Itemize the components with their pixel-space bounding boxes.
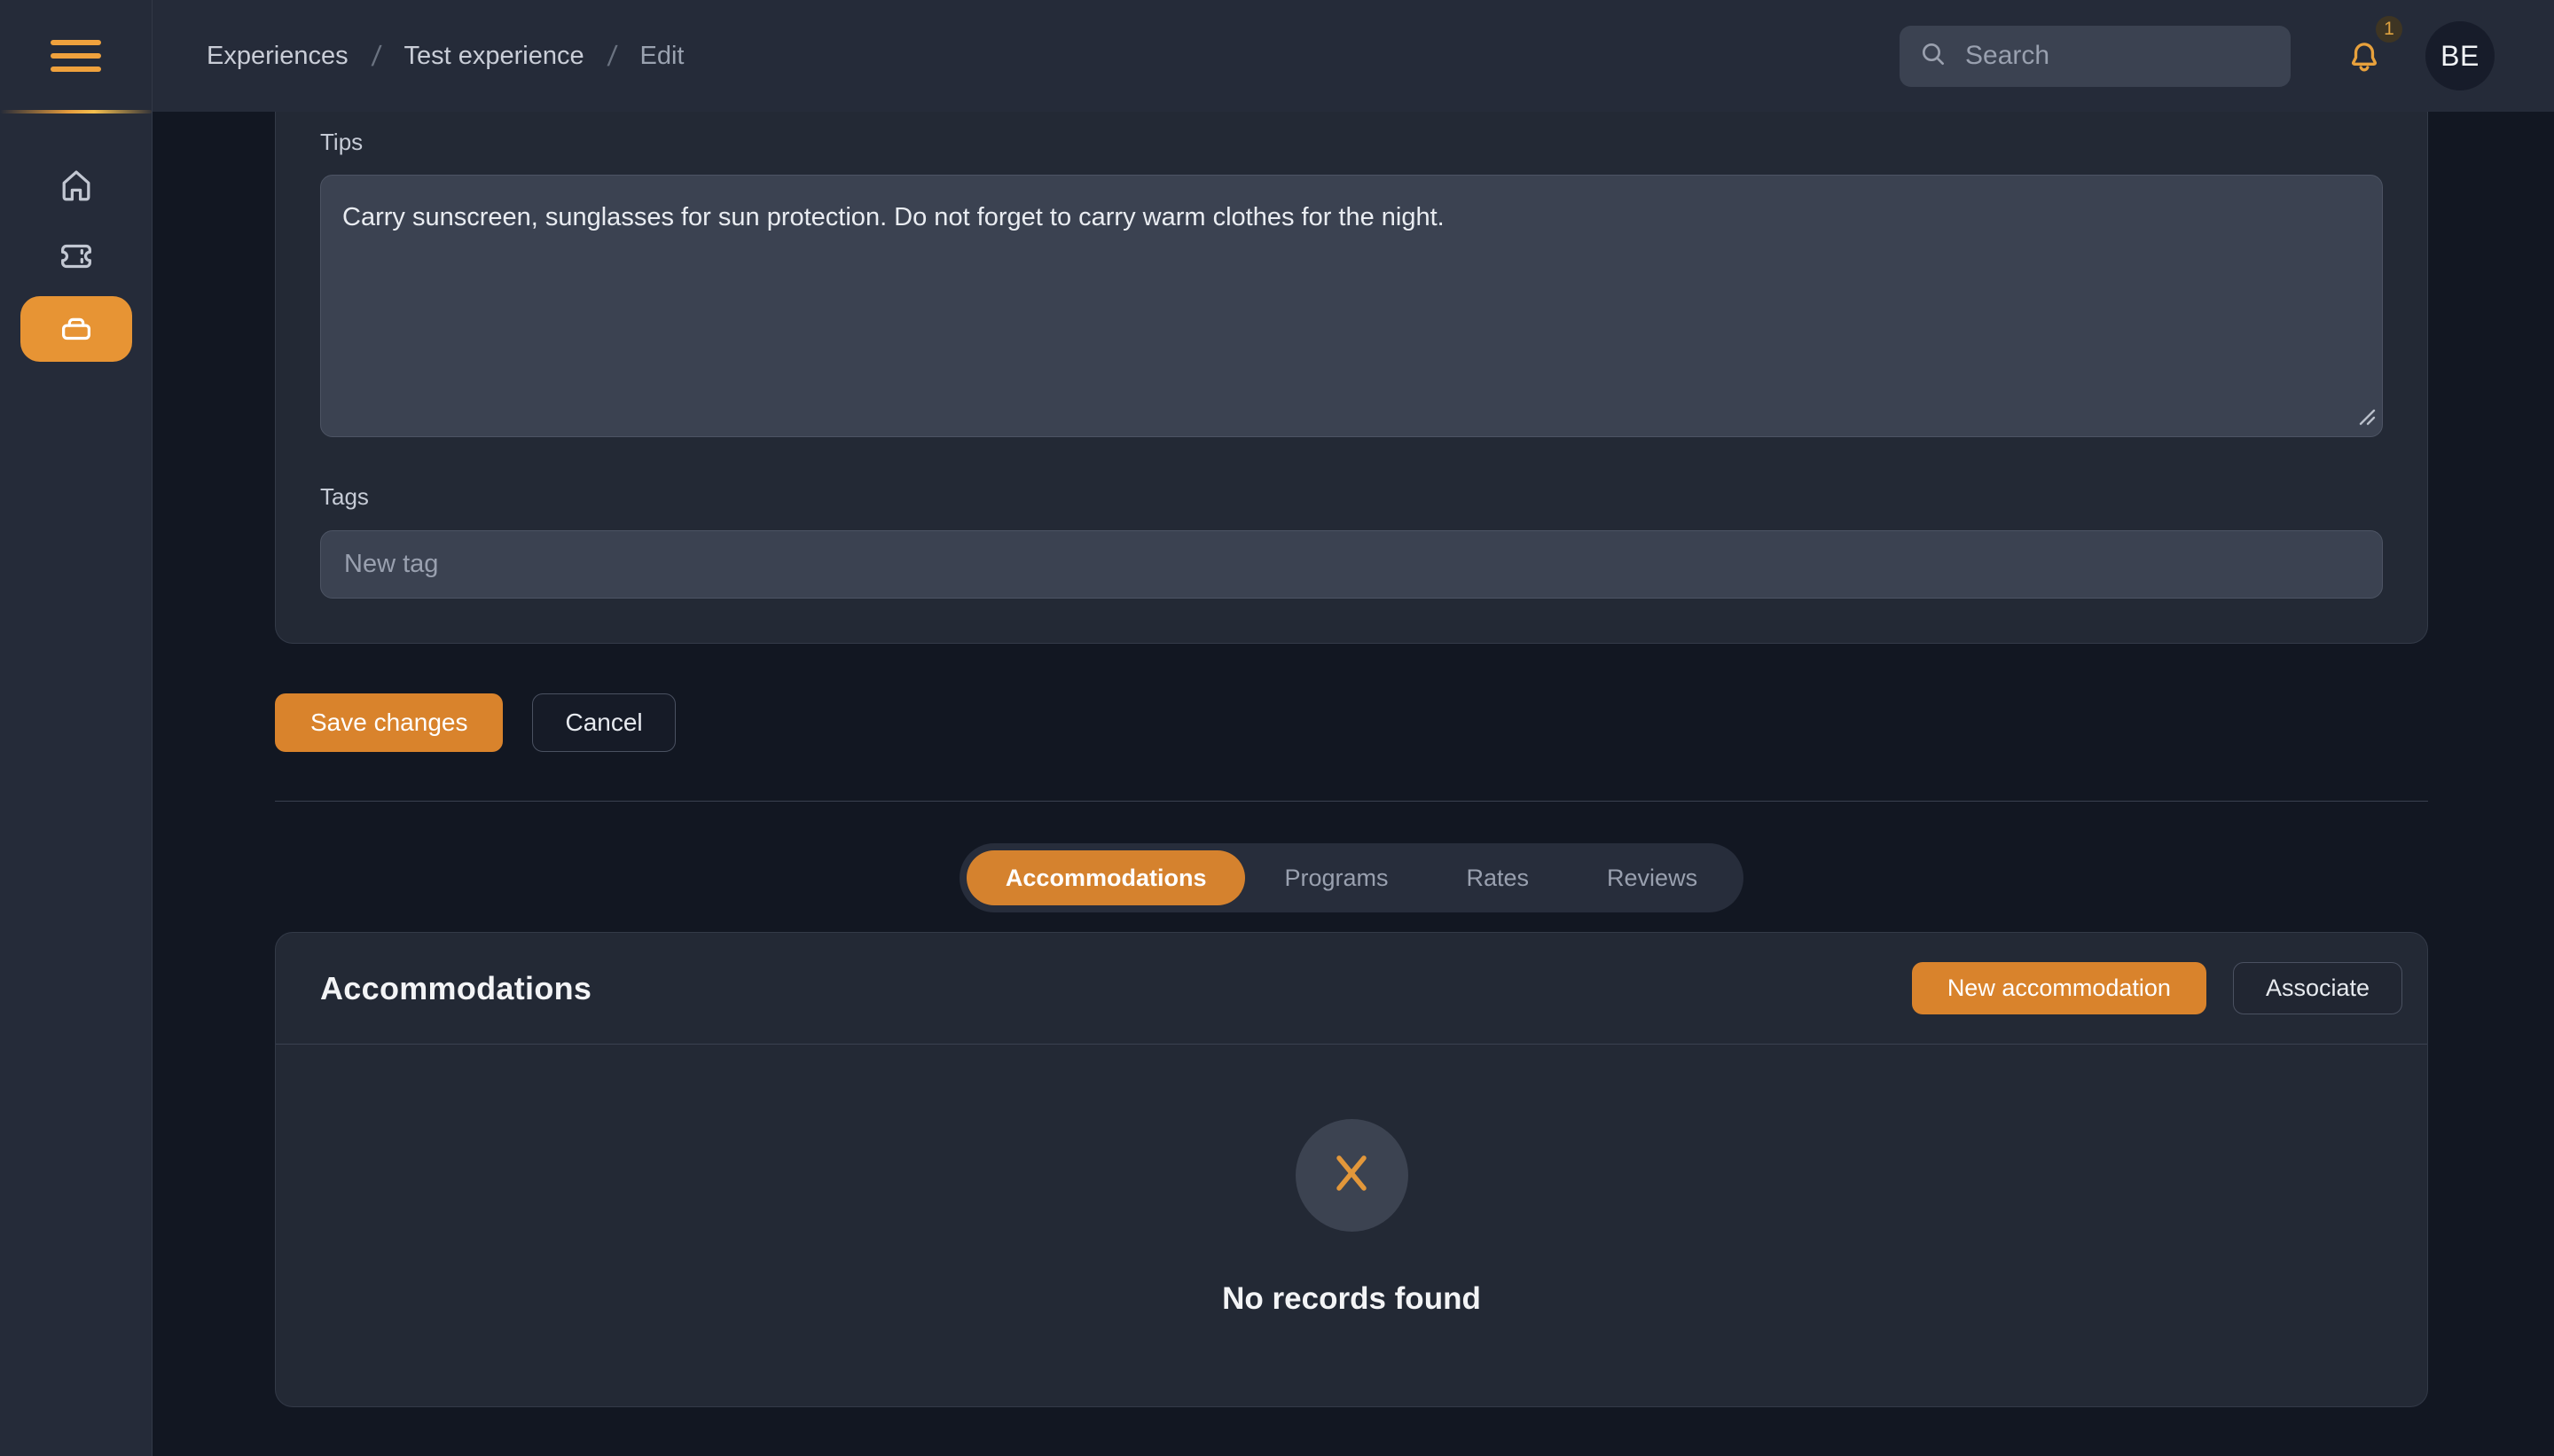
accommodations-title: Accommodations <box>320 970 591 1007</box>
empty-state: No records found <box>276 1045 2427 1406</box>
tips-field-wrap: Carry sunscreen, sunglasses for sun prot… <box>320 175 2383 437</box>
sidebar-item-tickets[interactable] <box>20 225 132 291</box>
accommodations-header: Accommodations New accommodation Associa… <box>276 933 2427 1044</box>
notifications-button[interactable]: 1 <box>2346 37 2383 74</box>
tab-programs[interactable]: Programs <box>1245 850 1427 905</box>
hamburger-menu-icon[interactable] <box>51 40 101 72</box>
topbar-right: 1 BE <box>1900 21 2495 90</box>
search-box[interactable] <box>1900 26 2291 87</box>
tips-label: Tips <box>320 129 2383 156</box>
accommodations-card: Accommodations New accommodation Associa… <box>275 932 2428 1407</box>
accommodations-actions: New accommodation Associate <box>1912 962 2402 1014</box>
main-content: Tips Carry sunscreen, sunglasses for sun… <box>153 112 2554 1456</box>
breadcrumb-experiences[interactable]: Experiences <box>207 42 349 71</box>
tab-reviews[interactable]: Reviews <box>1568 850 1736 905</box>
avatar[interactable]: BE <box>2425 21 2495 90</box>
new-accommodation-button[interactable]: New accommodation <box>1912 962 2206 1014</box>
sidebar-item-home[interactable] <box>20 154 132 220</box>
breadcrumb-separator: / <box>606 40 618 73</box>
cancel-button[interactable]: Cancel <box>532 693 675 752</box>
case-icon <box>56 307 97 352</box>
bell-icon <box>2346 37 2383 74</box>
breadcrumb: Experiences / Test experience / Edit <box>207 40 684 73</box>
ticket-icon <box>56 236 97 281</box>
section-divider <box>275 801 2428 802</box>
tab-accommodations[interactable]: Accommodations <box>967 850 1246 905</box>
notification-badge: 1 <box>2376 16 2402 43</box>
experience-form-card: Tips Carry sunscreen, sunglasses for sun… <box>275 112 2428 644</box>
breadcrumb-test-experience[interactable]: Test experience <box>403 42 584 71</box>
tabbar: Accommodations Programs Rates Reviews <box>960 843 1743 912</box>
sidebar-item-experiences[interactable] <box>20 296 132 362</box>
home-icon <box>56 165 97 210</box>
tags-label: Tags <box>320 483 2383 511</box>
breadcrumb-separator: / <box>370 40 382 73</box>
form-actions: Save changes Cancel <box>275 693 2428 752</box>
x-mark-icon <box>1328 1149 1375 1202</box>
tips-textarea[interactable]: Carry sunscreen, sunglasses for sun prot… <box>320 175 2383 437</box>
sidebar-nav <box>0 154 152 367</box>
tab-rates[interactable]: Rates <box>1428 850 1569 905</box>
topbar: Experiences / Test experience / Edit 1 <box>153 0 2554 112</box>
search-icon <box>1919 40 1965 73</box>
tags-input[interactable] <box>320 530 2383 599</box>
sidebar <box>0 0 153 1456</box>
sidebar-header <box>0 0 152 112</box>
no-records-circle <box>1296 1119 1408 1232</box>
breadcrumb-edit: Edit <box>640 42 685 71</box>
tabs-row: Accommodations Programs Rates Reviews <box>275 843 2428 912</box>
search-input[interactable] <box>1965 41 2271 71</box>
no-records-text: No records found <box>1222 1281 1481 1317</box>
associate-button[interactable]: Associate <box>2233 962 2402 1014</box>
save-changes-button[interactable]: Save changes <box>275 693 503 752</box>
